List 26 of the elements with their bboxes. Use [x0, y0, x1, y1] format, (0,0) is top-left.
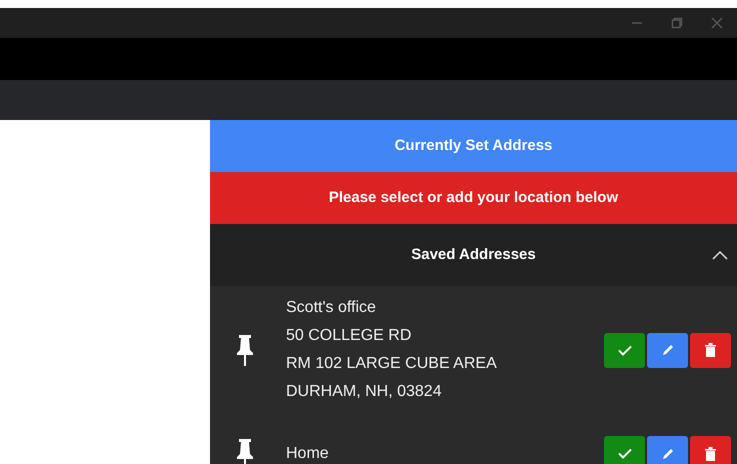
- delete-button[interactable]: [690, 436, 731, 464]
- address-line: RM 102 LARGE CUBE AREA: [286, 354, 498, 374]
- pencil-icon: [660, 343, 674, 357]
- saved-addresses-title: Saved Addresses: [411, 244, 536, 265]
- delete-button[interactable]: [690, 332, 731, 368]
- edit-button[interactable]: [647, 332, 688, 368]
- select-button[interactable]: [604, 436, 645, 464]
- trash-icon: [705, 446, 716, 460]
- address-name: Scott's office: [286, 298, 377, 318]
- pushpin-icon: [234, 333, 256, 367]
- pushpin-icon: [234, 436, 256, 464]
- restore-icon[interactable]: [671, 17, 683, 29]
- edit-button[interactable]: [647, 436, 688, 464]
- saved-addresses-header[interactable]: Saved Addresses: [210, 224, 737, 286]
- address-line: DURHAM, NH, 03824: [286, 382, 443, 402]
- address-line: 50 COLLEGE RD: [286, 326, 412, 346]
- address-name: Home: [286, 444, 330, 464]
- check-icon: [618, 448, 632, 459]
- select-button[interactable]: [604, 332, 645, 368]
- check-icon: [618, 344, 632, 356]
- close-icon[interactable]: [711, 17, 723, 29]
- trash-icon: [705, 343, 716, 357]
- chevron-icon[interactable]: [711, 249, 729, 261]
- current-address-header: Currently Set Address: [210, 120, 737, 172]
- warning-banner: Please select or add your location below: [210, 172, 737, 224]
- pencil-icon: [660, 446, 674, 460]
